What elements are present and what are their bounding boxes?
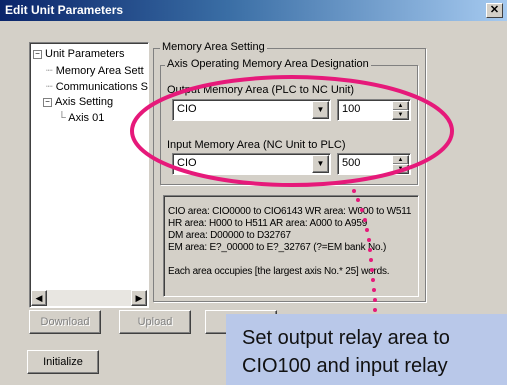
dialog-window: Edit Unit Parameters ✕ − Unit Parameters … <box>0 0 507 385</box>
callout-line-1: Set output relay area to <box>242 327 450 349</box>
callout-line-2: CIO100 and input relay <box>242 355 448 377</box>
dotted-leader-line <box>352 189 377 312</box>
highlight-ellipse <box>130 75 454 187</box>
callout-box: Set output relay area to CIO100 and inpu… <box>226 314 507 385</box>
